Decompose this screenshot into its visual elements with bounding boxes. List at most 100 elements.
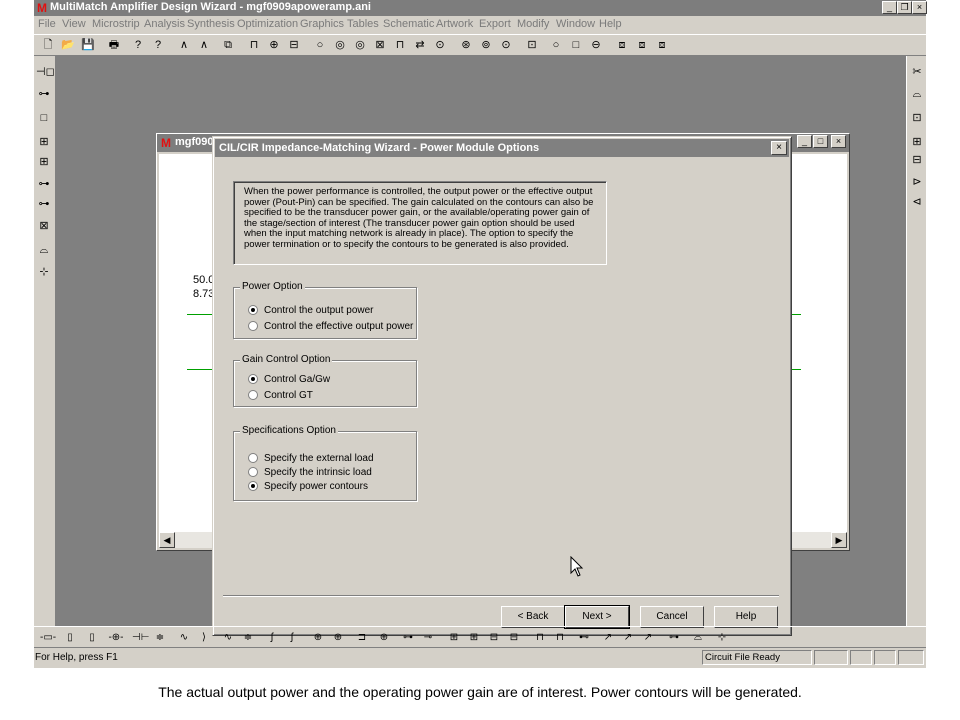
element-c-icon[interactable]: ⊟ <box>286 37 302 53</box>
layout-icon[interactable]: ⧉ <box>220 37 236 53</box>
schematic-maximize-button[interactable]: □ <box>813 135 828 148</box>
menu-help[interactable]: Help <box>599 18 622 30</box>
line-b-icon[interactable]: ⊕ <box>376 630 392 646</box>
context-help-icon[interactable]: ? <box>150 37 166 53</box>
menu-schematic[interactable]: Schematic <box>383 18 434 30</box>
radio-control-ga-gw[interactable]: Control Ga/Gw <box>248 374 330 385</box>
menu-synthesis[interactable]: Synthesis <box>187 18 235 30</box>
network-a-icon[interactable]: ⊞ <box>446 630 462 646</box>
capacitor-icon[interactable]: ⊣⊢ <box>132 630 149 646</box>
stub-a-icon[interactable]: ʃ <box>264 630 280 646</box>
save-file-icon[interactable]: 💾 <box>80 37 96 53</box>
next-button[interactable]: Next > <box>564 605 630 629</box>
menu-analysis[interactable]: Analysis <box>144 18 185 30</box>
new-file-icon[interactable]: 🗋 <box>40 37 56 53</box>
resistor-icon[interactable]: -▭- <box>40 630 56 646</box>
junction-icon[interactable]: ⊹ <box>714 630 730 646</box>
restore-button[interactable]: ❐ <box>897 1 912 14</box>
back-button[interactable]: < Back <box>501 606 565 628</box>
stub-b-icon[interactable]: ʃ <box>284 630 300 646</box>
shunt-capacitor-icon[interactable]: ≑ <box>152 630 168 646</box>
cancel-button[interactable]: Cancel <box>640 606 704 628</box>
transformer-b-icon[interactable]: ⊕ <box>330 630 346 646</box>
element-b-icon[interactable]: ⊕ <box>266 37 282 53</box>
terminal-icon[interactable]: ⊶ <box>666 630 682 646</box>
rlc-icon[interactable]: ∿ <box>220 630 236 646</box>
port-out-icon[interactable]: ⊳ <box>909 174 925 190</box>
network-b-icon[interactable]: ⧈ <box>634 37 650 53</box>
radio-specify-power-contours[interactable]: Specify power contours <box>248 481 368 492</box>
network-c-icon[interactable]: ⊟ <box>486 630 502 646</box>
menu-file[interactable]: File <box>38 18 56 30</box>
node-icon[interactable]: ⊡ <box>909 110 925 126</box>
schematic-minimize-button[interactable]: _ <box>797 135 812 148</box>
open-stub-icon[interactable]: ⊓ <box>532 630 548 646</box>
help-icon[interactable]: ? <box>130 37 146 53</box>
network-b-icon[interactable]: ⊞ <box>466 630 482 646</box>
chart-tool-icon[interactable]: ⊙ <box>432 37 448 53</box>
radio-control-gt[interactable]: Control GT <box>248 390 313 401</box>
minimize-button[interactable]: _ <box>882 1 897 14</box>
junction-icon[interactable]: ⊹ <box>36 264 52 280</box>
close-button[interactable]: × <box>912 1 927 14</box>
menu-view[interactable]: View <box>62 18 86 30</box>
shunt-rlc-icon[interactable]: ≑ <box>240 630 256 646</box>
port-left-icon[interactable]: ⊣◻ <box>36 64 55 80</box>
block-icon[interactable]: □ <box>36 110 52 126</box>
port-in-icon[interactable]: ⊲ <box>909 194 925 210</box>
add-icon[interactable]: ⊞ <box>909 134 925 150</box>
ring-tool-icon[interactable]: ◎ <box>352 37 368 53</box>
print-icon[interactable]: 🖶 <box>106 37 122 53</box>
frame-tool-icon[interactable]: ⊡ <box>524 37 540 53</box>
box-tool-icon[interactable]: ⊠ <box>372 37 388 53</box>
scroll-left-icon[interactable]: ◀ <box>159 532 175 548</box>
transformer-a-icon[interactable]: ⊕ <box>310 630 326 646</box>
coupler-a-icon[interactable]: ⊶ <box>400 630 416 646</box>
menu-microstrip[interactable]: Microstrip <box>92 18 140 30</box>
probe-icon[interactable]: ⊷ <box>576 630 592 646</box>
line-a-icon[interactable]: ⊐ <box>354 630 370 646</box>
ground-icon[interactable]: ⌓ <box>690 630 706 646</box>
network-icon[interactable]: ⊶ <box>36 176 52 192</box>
cir-icon[interactable]: ⊞ <box>36 134 52 150</box>
smith-b-icon[interactable]: ⊚ <box>478 37 494 53</box>
ground-icon[interactable]: ⌓ <box>909 86 925 102</box>
open-file-icon[interactable]: 📂 <box>60 37 76 53</box>
bridge-tool-icon[interactable]: ⊓ <box>392 37 408 53</box>
radio-control-effective-output-power[interactable]: Control the effective output power <box>248 321 413 332</box>
radio-control-output-power[interactable]: Control the output power <box>248 305 374 316</box>
arrow-b-icon[interactable]: ↗ <box>620 630 636 646</box>
shunt-resistor-icon[interactable]: ▯ <box>62 630 78 646</box>
circle-tool-icon[interactable]: ○ <box>312 37 328 53</box>
square-tool-icon[interactable]: □ <box>568 37 584 53</box>
oval-tool-icon[interactable]: ○ <box>548 37 564 53</box>
arrow-c-icon[interactable]: ↗ <box>640 630 656 646</box>
radio-specify-intrinsic-load[interactable]: Specify the intrinsic load <box>248 467 372 478</box>
ground-icon[interactable]: ⌓ <box>36 242 52 258</box>
smith-a-icon[interactable]: ⊛ <box>458 37 474 53</box>
font-a-icon[interactable]: ∧ <box>176 37 192 53</box>
scissors-icon[interactable]: ✂ <box>909 64 925 80</box>
element-a-icon[interactable]: ⊓ <box>246 37 262 53</box>
network-d-icon[interactable]: ⊟ <box>506 630 522 646</box>
minus-tool-icon[interactable]: ⊖ <box>588 37 604 53</box>
series-node-icon[interactable]: -⊕- <box>108 630 124 646</box>
menu-tables[interactable]: Tables <box>347 18 379 30</box>
cross-box-icon[interactable]: ⊠ <box>36 218 52 234</box>
dialog-close-button[interactable]: × <box>771 141 787 155</box>
shunt-element-icon[interactable]: ▯ <box>84 630 100 646</box>
menu-artwork[interactable]: Artwork <box>436 18 473 30</box>
cil-icon[interactable]: ⊞ <box>36 154 52 170</box>
menu-window[interactable]: Window <box>556 18 595 30</box>
scroll-right-icon[interactable]: ▶ <box>831 532 847 548</box>
swap-tool-icon[interactable]: ⇄ <box>412 37 428 53</box>
device-icon[interactable]: ⊶ <box>36 196 52 212</box>
inductor-icon[interactable]: ∿ <box>176 630 192 646</box>
coupler-b-icon[interactable]: ⊸ <box>420 630 436 646</box>
menu-export[interactable]: Export <box>479 18 511 30</box>
menu-modify[interactable]: Modify <box>517 18 549 30</box>
radio-specify-external-load[interactable]: Specify the external load <box>248 453 374 464</box>
schematic-close-button[interactable]: × <box>831 135 846 148</box>
smith-c-icon[interactable]: ⊙ <box>498 37 514 53</box>
target-tool-icon[interactable]: ◎ <box>332 37 348 53</box>
